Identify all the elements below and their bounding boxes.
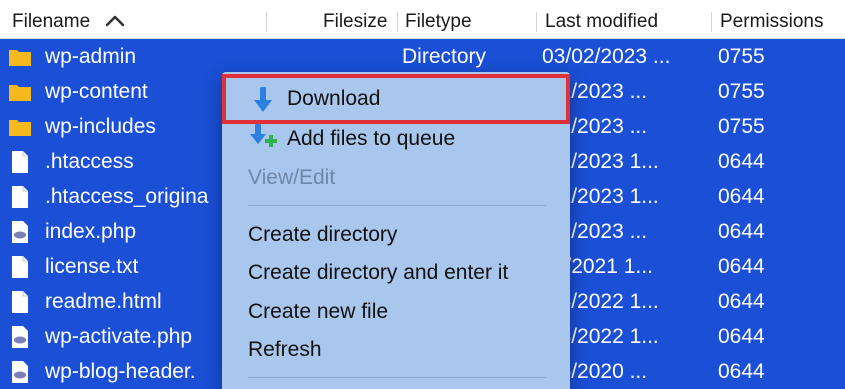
file-row-wp-admin[interactable]: wp-admin Directory 03/02/2023 ... 0755 (0, 39, 845, 74)
folder-icon (9, 85, 31, 101)
file-permissions: 0644 (718, 325, 765, 348)
file-name: .htaccess_origina (45, 185, 209, 208)
file-modified: 03/02/2023 ... (542, 45, 671, 68)
menu-separator (248, 377, 546, 378)
file-icon (12, 186, 28, 208)
context-menu: Download Add files to queue View/Edit Cr… (222, 72, 570, 389)
file-name: .htaccess (45, 150, 134, 173)
file-name: wp-includes (45, 115, 156, 138)
menu-separator (248, 205, 546, 206)
column-last-modified[interactable]: Last modified (545, 0, 658, 38)
column-filename-label: Filename (12, 11, 91, 32)
menu-item-view-edit: View/Edit (248, 166, 336, 189)
menu-item-create-directory[interactable]: Create directory (248, 218, 397, 252)
file-icon (12, 256, 28, 278)
download-arrow-icon (254, 87, 272, 112)
file-permissions: 0755 (718, 115, 765, 138)
file-icon (12, 291, 28, 313)
file-permissions: 0644 (718, 290, 765, 313)
column-divider[interactable] (711, 12, 712, 32)
menu-item-create-directory-and-enter[interactable]: Create directory and enter it (248, 256, 508, 290)
menu-item-create-new-file[interactable]: Create new file (248, 295, 388, 329)
file-permissions: 0644 (718, 360, 765, 383)
php-file-icon (12, 361, 28, 383)
php-file-icon (12, 221, 28, 243)
file-name: wp-content (45, 80, 148, 103)
php-file-icon (12, 326, 28, 348)
column-divider[interactable] (266, 12, 267, 32)
add-to-queue-icon (250, 124, 277, 147)
folder-icon (9, 50, 31, 66)
column-filename[interactable]: Filename (12, 0, 125, 38)
column-filesize[interactable]: Filesize (323, 0, 387, 38)
folder-icon (9, 120, 31, 136)
menu-item-add-files-to-queue-label: Add files to queue (287, 127, 456, 150)
menu-item-download[interactable]: Download (222, 74, 570, 124)
column-permissions[interactable]: Permissions (720, 0, 823, 38)
column-header: Filename Filesize Filetype Last modified… (0, 0, 845, 39)
menu-item-refresh[interactable]: Refresh (248, 333, 322, 367)
column-divider[interactable] (536, 12, 537, 32)
file-permissions: 0644 (718, 220, 765, 243)
file-name: wp-activate.php (45, 325, 193, 348)
file-icon (12, 151, 28, 173)
column-divider[interactable] (397, 12, 398, 32)
menu-item-download-label: Download (287, 87, 381, 110)
file-type: Directory (402, 45, 487, 68)
file-name: index.php (45, 220, 137, 243)
file-permissions: 0755 (718, 80, 765, 103)
sort-ascending-icon (106, 15, 125, 27)
file-name: license.txt (45, 255, 139, 278)
file-permissions: 0644 (718, 150, 765, 173)
file-permissions: 0755 (718, 45, 765, 68)
file-name: readme.html (45, 290, 162, 313)
file-name: wp-blog-header. (45, 360, 196, 383)
file-permissions: 0644 (718, 185, 765, 208)
file-permissions: 0644 (718, 255, 765, 278)
file-name: wp-admin (45, 45, 137, 68)
column-filetype[interactable]: Filetype (405, 0, 472, 38)
